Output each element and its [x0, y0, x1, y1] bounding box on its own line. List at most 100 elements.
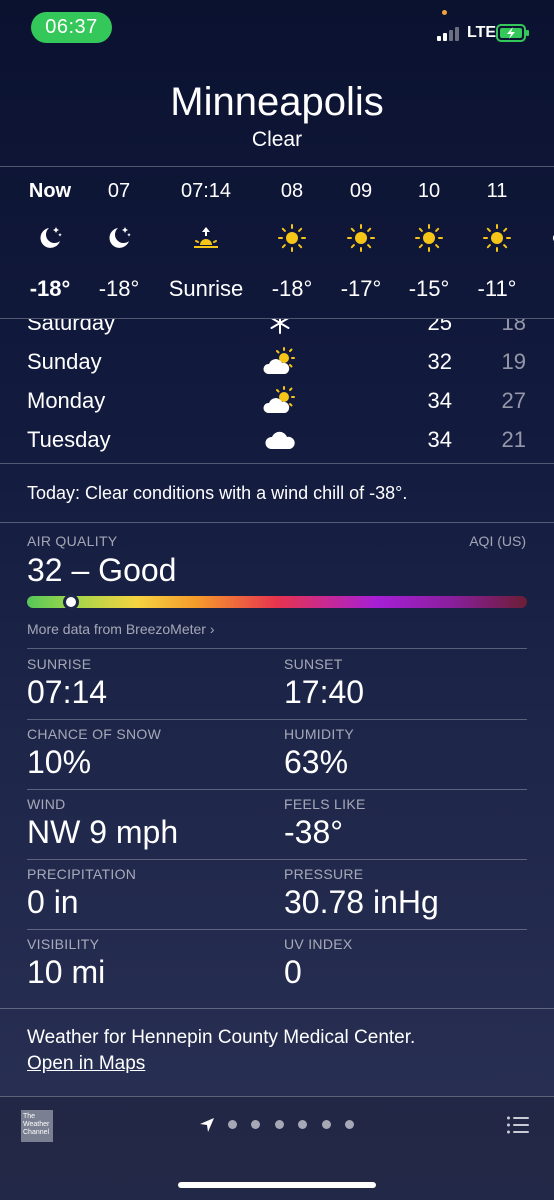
network-type: LTE — [467, 24, 497, 41]
hourly-forecast[interactable]: Now -18° 07 -18° 07:14 Sunrise 08 -18° 09 -17° 10-… — [0, 168, 554, 318]
current-condition: Clear — [251, 128, 303, 151]
page-dot[interactable] — [275, 1120, 284, 1129]
cloud-icon — [262, 425, 298, 455]
detail-pressure: PRESSURE 30.78 inHg — [284, 866, 524, 921]
city-name: Minneapolis — [170, 80, 384, 124]
detail-value: NW 9 mph — [27, 814, 179, 850]
location-name: Weather for Hennepin County Medical Cent… — [27, 1027, 416, 1048]
moon-stars-icon — [35, 223, 65, 253]
hourly-time: 07:14 — [180, 180, 232, 202]
cloud-icon — [550, 223, 554, 253]
page-dot[interactable] — [251, 1120, 260, 1129]
day-high: 32 — [427, 349, 452, 374]
status-time[interactable]: 06:37 — [31, 12, 112, 43]
detail-value: 30.78 inHg — [284, 884, 439, 920]
precip-chance: 40% — [304, 319, 334, 322]
hourly-item: 07:14 Sunrise — [166, 168, 246, 318]
hourly-time: 1 — [525, 180, 554, 203]
page-dot[interactable] — [345, 1120, 354, 1129]
hourly-item: 08 -18° — [252, 168, 332, 318]
day-name: Tuesday — [27, 427, 111, 452]
day-high: 25 — [427, 319, 452, 335]
hourly-time: Now — [28, 180, 72, 202]
divider — [0, 1096, 554, 1097]
hourly-temp: -18° — [271, 276, 313, 301]
detail-label: SUNRISE — [27, 656, 92, 672]
hourly-temp: -18° — [29, 276, 71, 301]
detail-humidity: HUMIDITY 63% — [284, 726, 524, 781]
today-summary: Today: Clear conditions with a wind chil… — [27, 483, 408, 503]
detail-label: VISIBILITY — [27, 936, 100, 952]
detail-value: 10 mi — [27, 954, 106, 990]
day-high: 34 — [427, 388, 452, 413]
detail-label: WIND — [27, 796, 66, 812]
divider — [27, 859, 527, 860]
page-dot[interactable] — [228, 1120, 237, 1129]
divider — [27, 719, 527, 720]
divider — [27, 929, 527, 930]
divider — [0, 166, 554, 167]
partly-cloudy-icon — [262, 386, 298, 416]
air-quality-label: AIR QUALITY — [27, 533, 118, 549]
daily-forecast[interactable]: Saturday 40% 25 18 Sunday 32 19 Monday 34 27 Tuesd… — [0, 319, 554, 463]
daily-row: Sunday 32 19 — [0, 342, 554, 381]
detail-wind: WIND NW 9 mph — [27, 796, 267, 851]
aqi-unit: AQI (US) — [469, 533, 526, 549]
status-bar: 06:37 LTE — [0, 0, 554, 56]
hourly-temp: -18° — [98, 276, 140, 301]
detail-label: FEELS LIKE — [284, 796, 366, 812]
detail-value: 63% — [284, 744, 349, 780]
detail-uv-index: UV INDEX 0 — [284, 936, 524, 991]
divider — [0, 522, 554, 523]
hourly-temp: -9 — [525, 276, 554, 302]
detail-precipitation: PRECIPITATION 0 in — [27, 866, 267, 921]
aqi-indicator — [63, 594, 79, 610]
page-dot[interactable] — [322, 1120, 331, 1129]
privacy-indicator-dot — [442, 10, 447, 15]
detail-value: 10% — [27, 744, 92, 780]
aqi-scale-bar — [27, 596, 527, 608]
day-low: 21 — [501, 427, 526, 452]
divider — [0, 463, 554, 464]
detail-chance-of-snow: CHANCE OF SNOW 10% — [27, 726, 267, 781]
divider — [27, 648, 527, 649]
day-high: 34 — [427, 427, 452, 452]
divider — [0, 1008, 554, 1009]
daily-row: Tuesday 34 21 — [0, 420, 554, 459]
detail-label: UV INDEX — [284, 936, 353, 952]
detail-feels-like: FEELS LIKE -38° — [284, 796, 524, 851]
divider — [27, 789, 527, 790]
hourly-time: 07 — [107, 180, 131, 202]
detail-label: PRECIPITATION — [27, 866, 137, 882]
day-name: Monday — [27, 388, 106, 413]
hourly-item: 07 -18° — [79, 168, 159, 318]
daily-row: Monday 34 27 — [0, 381, 554, 420]
breezometer-link[interactable]: More data from BreezoMeter › — [27, 621, 215, 637]
detail-value: 0 in — [27, 884, 79, 920]
location-arrow-icon[interactable] — [199, 1117, 215, 1133]
day-name: Saturday — [27, 319, 116, 335]
day-name: Sunday — [27, 349, 102, 374]
weather-channel-logo[interactable]: The Weather Channel — [21, 1110, 53, 1142]
sun-icon — [414, 223, 444, 253]
list-icon[interactable] — [506, 1115, 530, 1135]
detail-value: -38° — [284, 814, 344, 850]
sun-icon — [277, 223, 307, 253]
detail-value: 17:40 — [284, 674, 365, 710]
detail-visibility: VISIBILITY 10 mi — [27, 936, 267, 991]
moon-stars-icon — [104, 223, 134, 253]
page-dot[interactable] — [298, 1120, 307, 1129]
sun-icon — [482, 223, 512, 253]
hourly-item: 1 -9 — [525, 168, 554, 318]
snowflake-icon — [262, 319, 298, 338]
open-in-maps-link[interactable]: Open in Maps — [27, 1053, 145, 1075]
detail-label: SUNSET — [284, 656, 343, 672]
sunrise-icon — [191, 223, 221, 253]
day-low: 18 — [501, 319, 526, 335]
day-low: 27 — [501, 388, 526, 413]
day-low: 19 — [501, 349, 526, 374]
home-indicator[interactable] — [178, 1182, 376, 1188]
detail-value: 0 — [284, 954, 302, 990]
cellular-signal-icon — [437, 25, 463, 41]
detail-sunset: SUNSET 17:40 — [284, 656, 524, 711]
